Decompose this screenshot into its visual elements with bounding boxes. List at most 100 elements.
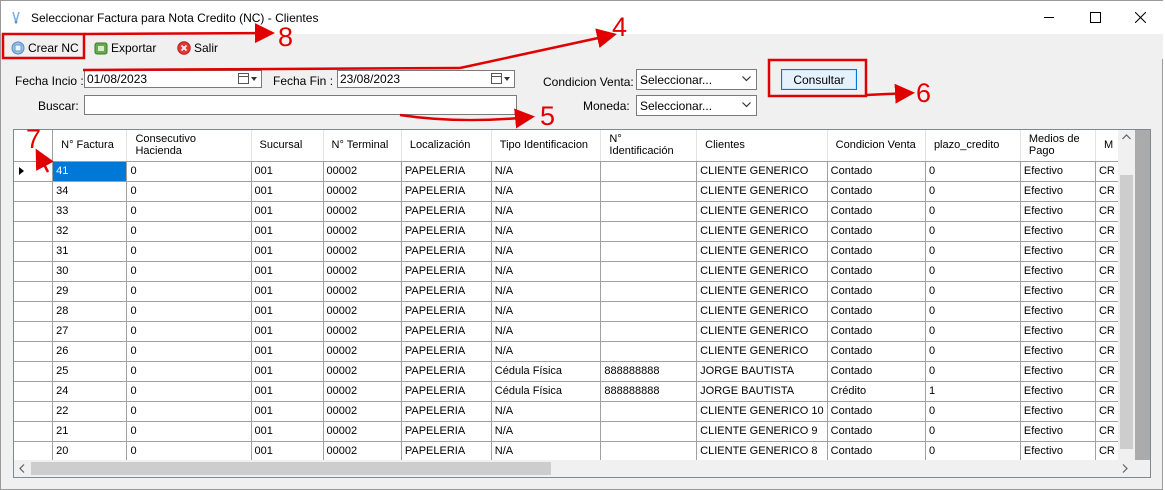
table-cell[interactable]: 00002 <box>323 301 402 322</box>
table-cell[interactable]: Efectivo <box>1020 241 1096 262</box>
table-row[interactable]: 21 0 001 00002 PAPELERIA N/A CLIENTE GENERICO … <box>14 421 1135 442</box>
table-cell[interactable]: Contado <box>827 261 926 282</box>
table-cell[interactable]: Efectivo <box>1020 321 1096 342</box>
table-cell[interactable]: 0 <box>925 361 1021 382</box>
column-header[interactable]: Condicion Venta <box>827 130 926 162</box>
table-cell[interactable]: 001 <box>251 441 324 460</box>
row-header[interactable] <box>14 261 54 282</box>
table-cell[interactable]: 0 <box>126 361 252 382</box>
table-cell[interactable]: Contado <box>827 421 926 442</box>
table-row[interactable]: 22 0 001 00002 PAPELERIA N/A CLIENTE GENERICO … <box>14 401 1135 422</box>
table-cell[interactable] <box>600 181 698 202</box>
table-row[interactable]: 25 0 001 00002 PAPELERIA Cédula Física 8888888… <box>14 361 1135 382</box>
table-cell[interactable]: CLIENTE GENERICO <box>696 161 828 182</box>
consultar-button[interactable]: Consultar <box>781 69 857 90</box>
table-cell[interactable]: N/A <box>491 301 602 322</box>
crear-nc-button[interactable]: Crear NC <box>11 37 79 58</box>
table-cell[interactable]: PAPELERIA <box>401 381 492 402</box>
table-cell[interactable]: 001 <box>251 321 324 342</box>
vertical-scrollbar[interactable] <box>1118 130 1135 460</box>
column-header[interactable]: Tipo Identificacion <box>491 130 602 162</box>
scroll-left-icon[interactable] <box>19 464 25 473</box>
table-cell[interactable]: CLIENTE GENERICO 10 <box>696 401 828 422</box>
exportar-button[interactable]: Exportar <box>94 37 156 58</box>
column-header[interactable]: N° Factura <box>52 130 128 162</box>
table-cell[interactable]: CLIENTE GENERICO 8 <box>696 441 828 460</box>
table-cell[interactable]: N/A <box>491 261 602 282</box>
table-cell[interactable]: 0 <box>925 321 1021 342</box>
table-row[interactable]: 26 0 001 00002 PAPELERIA N/A CLIENTE GENERICO C… <box>14 341 1135 362</box>
table-cell[interactable]: PAPELERIA <box>401 161 492 182</box>
table-cell[interactable]: 0 <box>126 201 252 222</box>
table-cell[interactable]: 0 <box>126 281 252 302</box>
table-cell[interactable]: 0 <box>925 401 1021 422</box>
row-header[interactable] <box>14 341 54 362</box>
table-cell[interactable]: 001 <box>251 281 324 302</box>
table-cell[interactable]: N/A <box>491 421 602 442</box>
table-cell[interactable]: 0 <box>925 261 1021 282</box>
table-cell[interactable] <box>600 281 698 302</box>
table-cell[interactable]: N/A <box>491 221 602 242</box>
table-cell[interactable]: 00002 <box>323 221 402 242</box>
table-cell[interactable]: JORGE BAUTISTA <box>696 361 828 382</box>
table-cell[interactable]: 001 <box>251 241 324 262</box>
table-cell[interactable]: 0 <box>925 301 1021 322</box>
condicion-venta-select[interactable]: Seleccionar... <box>636 69 757 90</box>
table-cell[interactable]: Crédito <box>827 381 926 402</box>
table-cell[interactable]: PAPELERIA <box>401 241 492 262</box>
table-cell[interactable]: Contado <box>827 201 926 222</box>
maximize-button[interactable] <box>1072 1 1118 34</box>
table-cell[interactable]: Contado <box>827 401 926 422</box>
table-cell[interactable]: N/A <box>491 241 602 262</box>
table-cell[interactable]: Efectivo <box>1020 381 1096 402</box>
table-cell[interactable]: 34 <box>52 181 128 202</box>
table-cell[interactable]: 27 <box>52 321 128 342</box>
table-cell[interactable] <box>600 301 698 322</box>
row-header[interactable] <box>14 221 54 242</box>
table-cell[interactable]: 22 <box>52 401 128 422</box>
column-header[interactable]: Medios de Pago <box>1020 130 1096 162</box>
table-cell[interactable]: Efectivo <box>1020 361 1096 382</box>
table-cell[interactable]: Cédula Física <box>491 381 602 402</box>
row-header[interactable] <box>14 281 54 302</box>
table-cell[interactable]: 21 <box>52 421 128 442</box>
table-cell[interactable]: CLIENTE GENERICO <box>696 221 828 242</box>
fecha-fin-picker[interactable]: 23/08/2023 <box>337 70 515 88</box>
table-cell[interactable]: Contado <box>827 241 926 262</box>
table-cell[interactable]: 00002 <box>323 401 402 422</box>
vertical-scroll-thumb[interactable] <box>1120 175 1133 449</box>
table-cell[interactable]: 0 <box>126 421 252 442</box>
table-cell[interactable]: 31 <box>52 241 128 262</box>
table-cell[interactable]: Contado <box>827 361 926 382</box>
table-cell[interactable]: 0 <box>925 161 1021 182</box>
table-cell[interactable]: 001 <box>251 381 324 402</box>
table-cell[interactable] <box>600 241 698 262</box>
table-cell[interactable]: 00002 <box>323 421 402 442</box>
table-cell[interactable]: CLIENTE GENERICO <box>696 281 828 302</box>
table-cell[interactable]: 0 <box>925 421 1021 442</box>
table-cell[interactable]: 20 <box>52 441 128 460</box>
table-row[interactable]: 28 0 001 00002 PAPELERIA N/A CLIENTE GENERICO C… <box>14 301 1135 322</box>
scroll-up-icon[interactable] <box>1122 134 1131 140</box>
row-header[interactable] <box>14 201 54 222</box>
table-cell[interactable]: N/A <box>491 161 602 182</box>
table-cell[interactable] <box>600 161 698 182</box>
row-header[interactable] <box>14 181 54 202</box>
table-cell[interactable]: 0 <box>925 441 1021 460</box>
table-cell[interactable]: 001 <box>251 261 324 282</box>
table-cell[interactable]: 32 <box>52 221 128 242</box>
moneda-select[interactable]: Seleccionar... <box>636 95 757 116</box>
table-cell[interactable]: 888888888 <box>600 361 698 382</box>
table-cell[interactable]: 0 <box>925 341 1021 362</box>
table-cell[interactable]: Contado <box>827 441 926 460</box>
table-cell[interactable]: 00002 <box>323 241 402 262</box>
horizontal-scrollbar[interactable] <box>14 460 1135 477</box>
table-cell[interactable]: 0 <box>126 221 252 242</box>
table-cell[interactable] <box>600 401 698 422</box>
table-cell[interactable]: 00002 <box>323 341 402 362</box>
table-cell[interactable]: 001 <box>251 181 324 202</box>
row-header[interactable] <box>14 401 54 422</box>
table-cell[interactable]: Efectivo <box>1020 401 1096 422</box>
row-header[interactable] <box>14 421 54 442</box>
close-button[interactable] <box>1117 1 1163 34</box>
